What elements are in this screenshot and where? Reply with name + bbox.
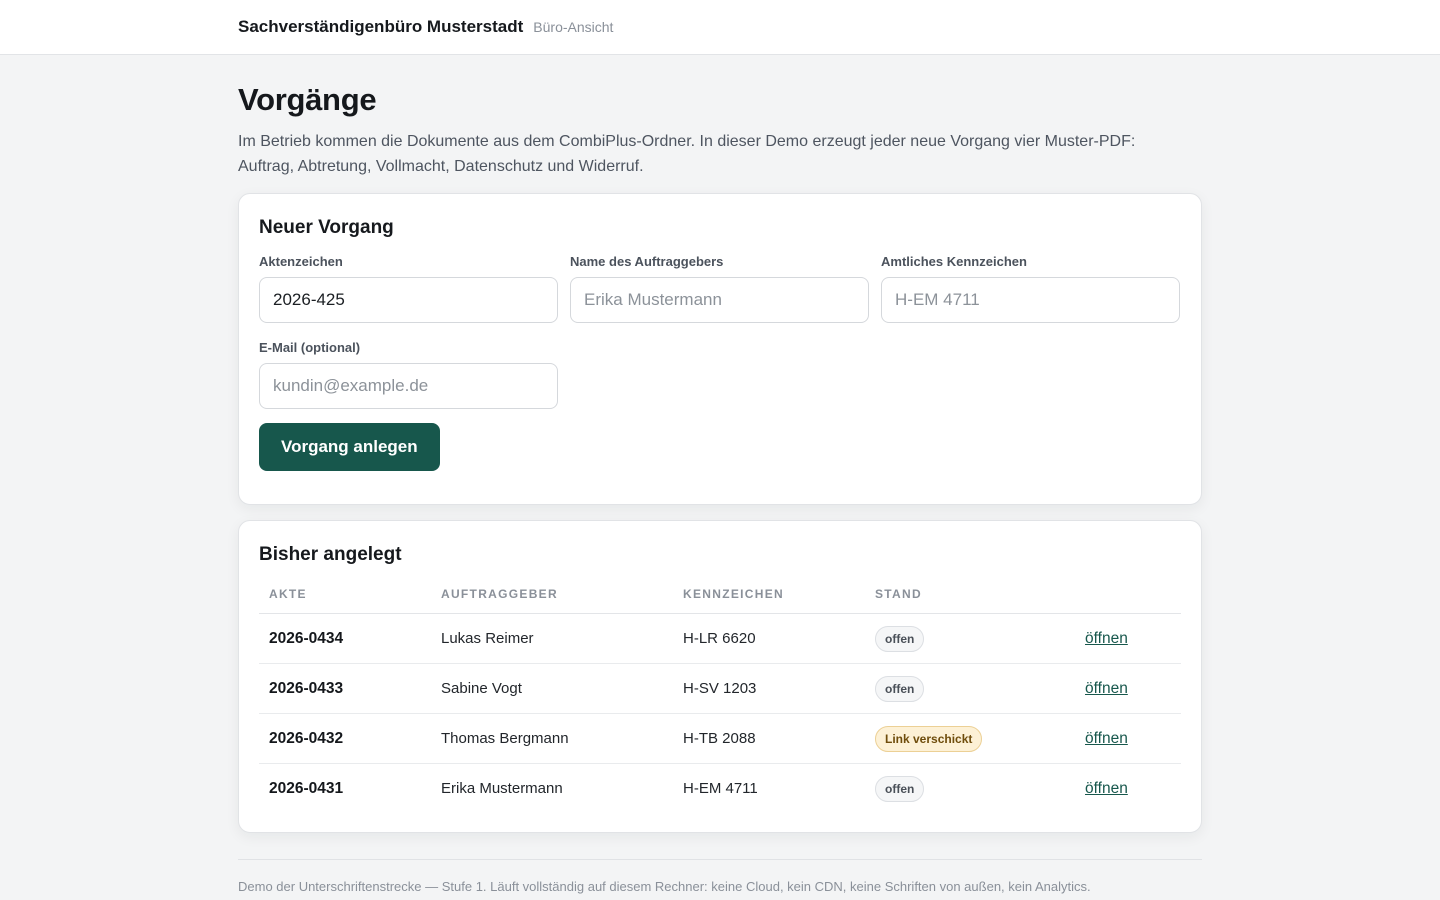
cases-table: AKTE AUFTRAGGEBER KENNZEICHEN STAND 2026…: [259, 587, 1181, 814]
row-stand: Link verschickt: [865, 713, 1075, 764]
row-kennzeichen: H-LR 6620: [673, 613, 865, 664]
aktenzeichen-field: Aktenzeichen: [259, 254, 558, 323]
footer-text: Demo der Unterschriftenstrecke — Stufe 1…: [238, 878, 1091, 894]
kennzeichen-input[interactable]: [881, 277, 1180, 323]
main-content: Vorgänge Im Betrieb kommen die Dokumente…: [238, 55, 1202, 894]
top-bar: Sachverständigenbüro Musterstadt Büro-An…: [0, 0, 1440, 55]
row-kennzeichen: H-EM 4711: [683, 780, 758, 798]
status-badge: Link verschickt: [875, 725, 983, 752]
status-badge: offen: [875, 675, 925, 702]
table-row: 2026-0432 Thomas Bergmann H-TB 2088 Link…: [259, 713, 1181, 764]
row-stand: offen: [865, 613, 1075, 664]
row-akte: 2026-0433: [259, 663, 431, 714]
status-badge: offen: [875, 625, 925, 652]
open-link[interactable]: öffnen: [1085, 730, 1128, 747]
email-input[interactable]: [259, 363, 558, 409]
row-stand: offen: [865, 663, 1075, 714]
row-akte: 2026-0434: [259, 613, 431, 664]
row-akte: 2026-0431: [269, 779, 344, 797]
name-label: Name des Auftraggebers: [570, 254, 724, 269]
open-link[interactable]: öffnen: [1085, 780, 1128, 797]
name-input[interactable]: [570, 277, 869, 323]
brand-title: Sachverständigenbüro Musterstadt: [238, 17, 524, 36]
aktenzeichen-label: Aktenzeichen: [259, 254, 343, 269]
status-badge: offen: [875, 775, 925, 802]
table-row: 2026-0431 Erika Mustermann H-EM 4711 off…: [259, 764, 1181, 814]
row-action: öffnen: [1075, 764, 1181, 814]
open-link[interactable]: öffnen: [1085, 680, 1128, 697]
column-action: [1075, 587, 1181, 614]
page-lead: Im Betrieb kommen die Dokumente aus dem …: [238, 133, 1136, 175]
row-kennzeichen: H-SV 1203: [673, 663, 865, 714]
brand-subtitle: Büro-Ansicht: [533, 19, 614, 35]
new-case-title: Neuer Vorgang: [259, 217, 394, 238]
column-akte: AKTE: [259, 587, 431, 614]
name-field: Name des Auftraggebers: [570, 254, 869, 323]
footer: Demo der Unterschriftenstrecke — Stufe 1…: [238, 858, 1202, 894]
table-row: 2026-0434 Lukas Reimer H-LR 6620 offen ö…: [259, 613, 1181, 664]
row-auftraggeber: Sabine Vogt: [431, 663, 673, 714]
open-link[interactable]: öffnen: [1085, 630, 1128, 647]
aktenzeichen-input[interactable]: [259, 277, 558, 323]
email-label: E-Mail (optional): [259, 340, 361, 355]
new-case-card: Neuer Vorgang Aktenzeichen Name des Auft…: [238, 193, 1202, 505]
row-auftraggeber: Thomas Bergmann: [431, 713, 673, 764]
column-kennzeichen: KENNZEICHEN: [673, 587, 865, 614]
new-case-form: Aktenzeichen Name des Auftraggebers Amtl…: [259, 254, 1181, 409]
create-case-button[interactable]: Vorgang anlegen: [259, 423, 440, 471]
row-auftraggeber: Erika Mustermann: [441, 780, 563, 798]
row-auftraggeber: Lukas Reimer: [431, 613, 673, 664]
email-field: E-Mail (optional): [259, 340, 558, 409]
row-akte: 2026-0432: [259, 713, 431, 764]
kennzeichen-field: Amtliches Kennzeichen: [881, 254, 1180, 323]
table-header-row: AKTE AUFTRAGGEBER KENNZEICHEN STAND: [259, 587, 1181, 614]
table-row: 2026-0433 Sabine Vogt H-SV 1203 offen öf…: [259, 663, 1181, 714]
kennzeichen-label: Amtliches Kennzeichen: [881, 254, 1027, 269]
row-action: öffnen: [1075, 663, 1181, 714]
cases-title: Bisher angelegt: [259, 544, 402, 565]
column-stand: STAND: [865, 587, 1075, 614]
row-action: öffnen: [1075, 713, 1181, 764]
row-action: öffnen: [1075, 613, 1181, 664]
row-stand: offen: [865, 764, 1075, 814]
page-title: Vorgänge: [238, 82, 377, 117]
column-auftraggeber: AUFTRAGGEBER: [431, 587, 673, 614]
row-kennzeichen: H-TB 2088: [673, 713, 865, 764]
cases-card: Bisher angelegt AKTE AUFTRAGGEBER KENNZE…: [238, 520, 1202, 833]
